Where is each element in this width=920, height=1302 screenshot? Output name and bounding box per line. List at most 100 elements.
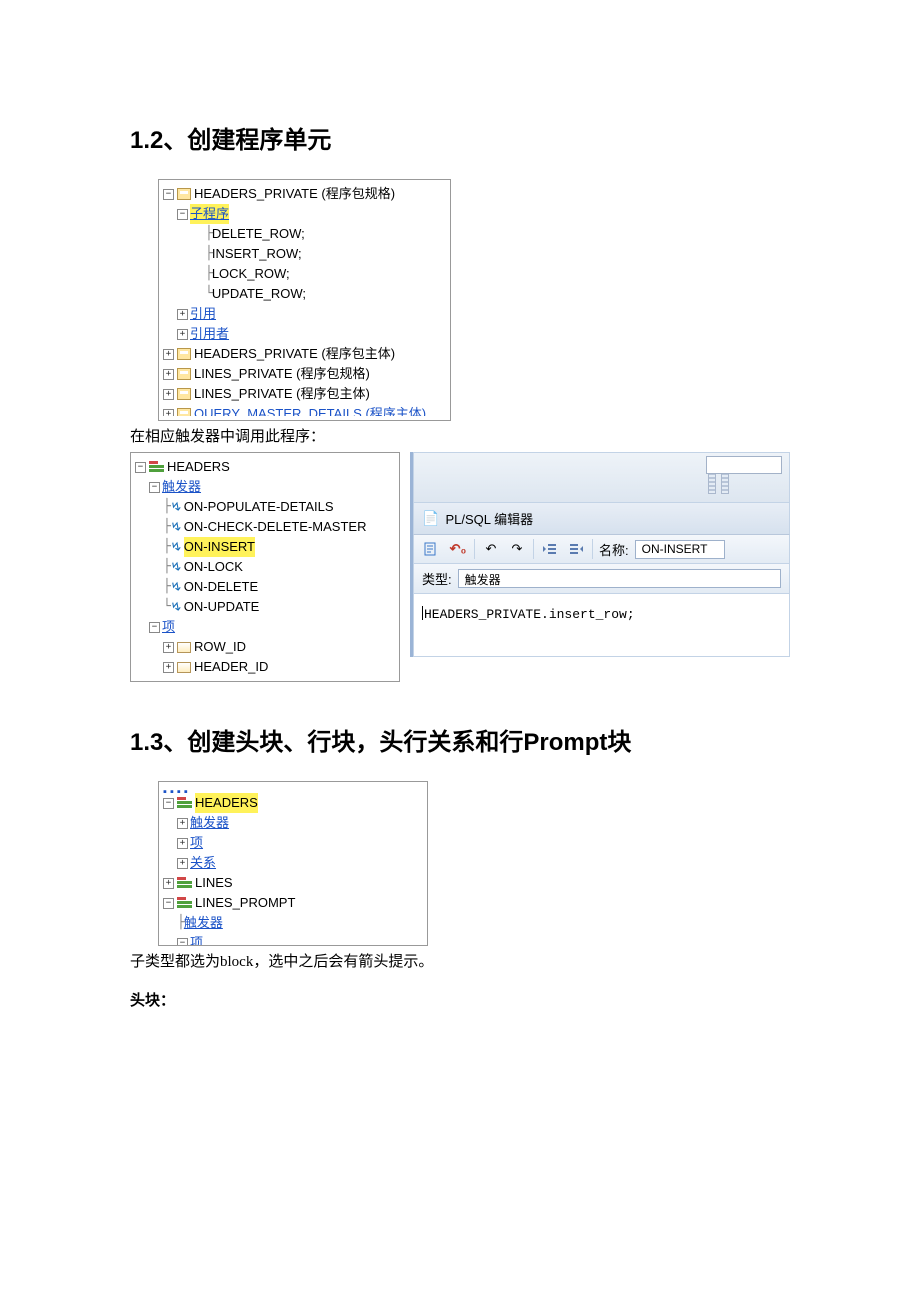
proc-lock-row[interactable]: LOCK_ROW;: [212, 264, 290, 284]
compile-icon[interactable]: [422, 540, 442, 558]
redo-icon[interactable]: ↷: [507, 540, 527, 558]
node-lines-private-spec[interactable]: LINES_PRIVATE (程序包规格): [194, 364, 370, 384]
block-icon: [149, 461, 164, 474]
undo-icon[interactable]: ↶: [481, 540, 501, 558]
node-truncated: QUERY_MASTER_DETAILS (程序主体): [194, 404, 426, 416]
node-triggers-2[interactable]: 触发器: [184, 913, 223, 933]
expand-icon[interactable]: +: [163, 878, 174, 889]
block-icon: [177, 897, 192, 910]
item-row-id[interactable]: ROW_ID: [194, 637, 246, 657]
node-lines-private-body[interactable]: LINES_PRIVATE (程序包主体): [194, 384, 370, 404]
separator: [474, 539, 475, 559]
expand-icon[interactable]: +: [177, 329, 188, 340]
expand-icon[interactable]: +: [163, 662, 174, 673]
collapse-icon[interactable]: −: [149, 482, 160, 493]
outdent-icon[interactable]: [540, 540, 560, 558]
trigger-icon: ↯: [168, 536, 185, 559]
trigger-on-lock[interactable]: ON-LOCK: [184, 557, 243, 577]
caption-subtype-block: 子类型都选为block，选中之后会有箭头提示。: [130, 950, 790, 971]
tree-blocks: ▪ ▪ ▪ ▪ −HEADERS +触发器 +项 +关系 +LINES −LIN…: [158, 781, 428, 946]
plsql-editor-panel: 📄 PL/SQL 编辑器 ↶₀ ↶ ↷ 名称:: [410, 452, 790, 657]
node-subprograms[interactable]: 子程序: [190, 204, 229, 224]
trigger-on-insert[interactable]: ON-INSERT: [184, 537, 255, 557]
editor-title: PL/SQL 编辑器: [445, 509, 533, 528]
code-line: HEADERS_PRIVATE.insert_row;: [424, 607, 635, 622]
editor-toolbar-2: 类型: 触发器: [413, 564, 790, 594]
collapse-icon[interactable]: −: [149, 622, 160, 633]
item-icon: [177, 662, 191, 673]
type-label: 类型:: [422, 569, 452, 588]
node-headers-private-spec[interactable]: HEADERS_PRIVATE (程序包规格): [194, 184, 395, 204]
collapse-icon[interactable]: −: [135, 462, 146, 473]
collapse-icon[interactable]: −: [177, 209, 188, 220]
expand-icon[interactable]: +: [163, 349, 174, 360]
editor-toolbar: ↶₀ ↶ ↷ 名称: ON-INSERT: [413, 535, 790, 564]
block-icon: [177, 797, 192, 810]
expand-icon[interactable]: +: [177, 309, 188, 320]
node-relations[interactable]: 关系: [190, 853, 216, 873]
proc-delete-row[interactable]: DELETE_ROW;: [212, 224, 305, 244]
node-items[interactable]: 项: [162, 617, 175, 637]
expand-icon[interactable]: +: [177, 858, 188, 869]
revert-icon[interactable]: ↶₀: [448, 540, 468, 558]
node-triggers[interactable]: 触发器: [190, 813, 229, 833]
caption-call-in-trigger: 在相应触发器中调用此程序：: [130, 425, 790, 446]
package-spec-icon: [177, 188, 191, 200]
type-field[interactable]: 触发器: [458, 569, 781, 588]
code-textarea[interactable]: HEADERS_PRIVATE.insert_row;: [413, 594, 790, 657]
collapse-icon[interactable]: −: [163, 898, 174, 909]
expand-icon[interactable]: +: [163, 389, 174, 400]
trigger-on-populate-details[interactable]: ON-POPULATE-DETAILS: [184, 497, 334, 517]
block-headers[interactable]: HEADERS: [195, 793, 258, 813]
expand-icon[interactable]: +: [177, 818, 188, 829]
trigger-icon: ↯: [168, 556, 185, 579]
separator: [533, 539, 534, 559]
package-spec-icon: [177, 368, 191, 380]
item-header-id[interactable]: HEADER_ID: [194, 657, 268, 677]
separator: [592, 539, 593, 559]
proc-update-row[interactable]: UPDATE_ROW;: [212, 284, 306, 304]
indent-icon[interactable]: [566, 540, 586, 558]
node-headers-block[interactable]: HEADERS: [167, 457, 230, 477]
node-triggers[interactable]: 触发器: [162, 477, 201, 497]
editor-titlebar: 📄 PL/SQL 编辑器: [413, 502, 790, 535]
block-lines-prompt[interactable]: LINES_PROMPT: [195, 893, 295, 913]
trigger-icon: ↯: [168, 496, 185, 519]
collapse-icon[interactable]: −: [163, 798, 174, 809]
editor-icon: 📄: [422, 510, 439, 527]
label-header-block: 头块：: [130, 989, 790, 1010]
node-items-2[interactable]: 项: [190, 933, 203, 945]
trigger-icon: ↯: [168, 576, 185, 599]
collapse-icon[interactable]: −: [177, 938, 188, 946]
expand-icon[interactable]: +: [177, 838, 188, 849]
heading-13: 1.3、创建头块、行块，头行关系和行Prompt块: [130, 722, 790, 757]
tree-triggers: −HEADERS −触发器 ├↯ON-POPULATE-DETAILS ├↯ON…: [130, 452, 400, 682]
package-body-icon: [177, 388, 191, 400]
node-headers-private-body[interactable]: HEADERS_PRIVATE (程序包主体): [194, 344, 395, 364]
tree-program-units: −HEADERS_PRIVATE (程序包规格) −子程序 ├DELETE_RO…: [158, 179, 451, 421]
item-icon: [177, 642, 191, 653]
expand-icon[interactable]: +: [163, 369, 174, 380]
expand-icon[interactable]: +: [163, 642, 174, 653]
node-references[interactable]: 引用: [190, 304, 216, 324]
package-icon: [177, 408, 191, 416]
node-items[interactable]: 项: [190, 833, 203, 853]
collapse-icon[interactable]: −: [163, 189, 174, 200]
expand-icon[interactable]: +: [163, 409, 174, 417]
editor-topbar: [413, 452, 790, 502]
block-icon: [177, 877, 192, 890]
package-body-icon: [177, 348, 191, 360]
trigger-on-update[interactable]: ON-UPDATE: [184, 597, 260, 617]
trigger-icon: ↯: [168, 516, 185, 539]
trigger-on-delete[interactable]: ON-DELETE: [184, 577, 258, 597]
truncated-top: ▪ ▪ ▪ ▪: [163, 786, 421, 793]
trigger-on-check-delete-master[interactable]: ON-CHECK-DELETE-MASTER: [184, 517, 367, 537]
blank-field[interactable]: [706, 456, 782, 474]
name-field[interactable]: ON-INSERT: [635, 540, 725, 559]
name-label: 名称:: [599, 540, 629, 559]
proc-insert-row[interactable]: INSERT_ROW;: [212, 244, 302, 264]
trigger-icon: ↯: [168, 596, 185, 619]
heading-12: 1.2、创建程序单元: [130, 120, 790, 155]
block-lines[interactable]: LINES: [195, 873, 233, 893]
node-referenced-by[interactable]: 引用者: [190, 324, 229, 344]
